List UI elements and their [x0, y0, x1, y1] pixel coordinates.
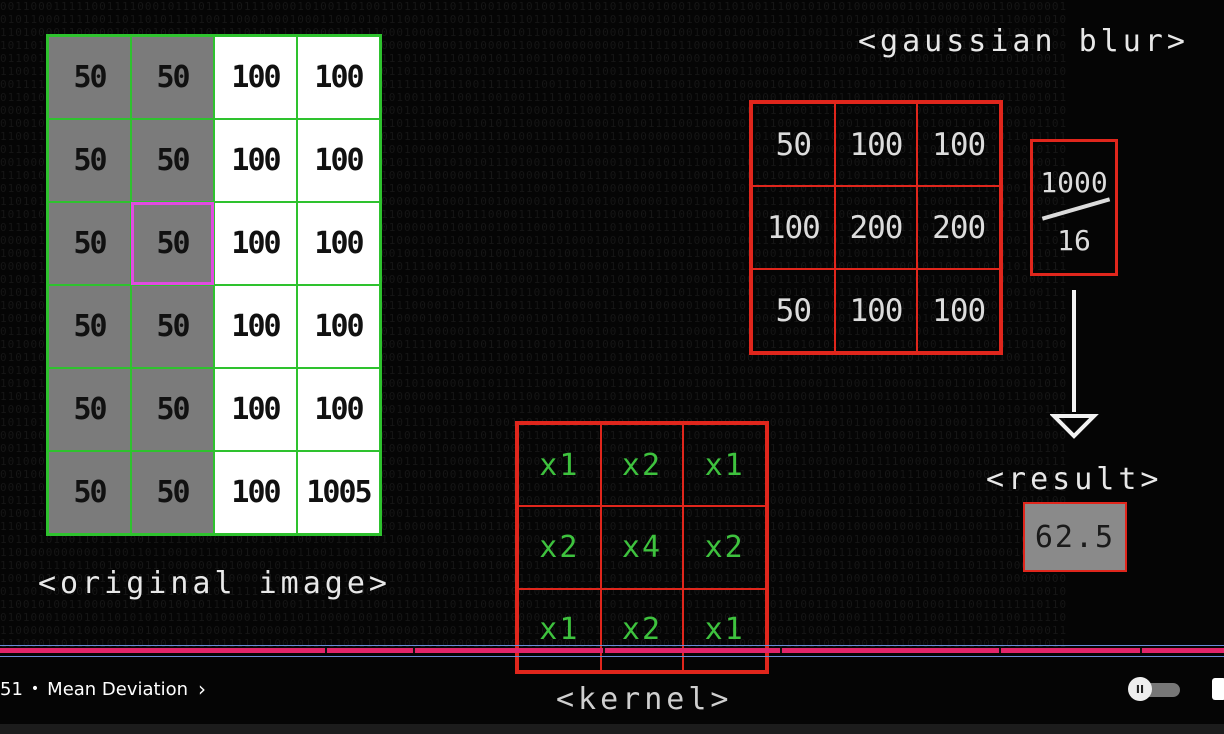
pixel-cell: 50 [131, 368, 214, 451]
blur-cell: 100 [834, 103, 918, 186]
chapter-marker [780, 648, 782, 653]
pixel-cell: 100 [214, 451, 297, 534]
pixel-cell: 100 [297, 202, 380, 285]
blur-cell: 200 [917, 186, 1000, 269]
bottom-strip [0, 724, 1224, 734]
chapter-title: Mean Deviation [47, 678, 189, 700]
fraction-box: 1000 16 [1030, 139, 1118, 276]
blur-cell: 100 [834, 269, 918, 352]
pixel-cell: 50 [48, 368, 131, 451]
kernel-label: <kernel> [556, 682, 733, 717]
fraction-bar [1041, 197, 1111, 221]
pixel-cell: 50 [48, 36, 131, 119]
pixel-cell: 100 [214, 285, 297, 368]
kernel-grid: x1 x2 x1 x2 x4 x2 x1 x2 x1 [515, 421, 769, 674]
pixel-cell: 100 [297, 285, 380, 368]
video-progress-bar[interactable] [0, 645, 1224, 657]
chapter-marker [999, 648, 1001, 653]
kernel-cell: x2 [518, 506, 601, 589]
pixel-cell: 1005 [297, 451, 380, 534]
pixel-cell: 100 [297, 36, 380, 119]
pixel-cell: 100 [214, 119, 297, 202]
blur-cell: 50 [752, 269, 835, 352]
blur-cell: 100 [917, 269, 1000, 352]
pixel-cell: 50 [48, 451, 131, 534]
gaussian-blur-grid: 50 100 100 100 200 200 50 100 100 [749, 100, 1003, 355]
subtitles-icon[interactable] [1212, 678, 1224, 700]
blur-cell: 50 [752, 103, 835, 186]
kernel-cell: x2 [600, 588, 684, 671]
pixel-cell: 50 [48, 202, 131, 285]
pixel-cell: 50 [131, 285, 214, 368]
blur-cell: 100 [917, 103, 1000, 186]
autoplay-toggle[interactable]: II [1128, 677, 1180, 701]
fraction-denominator: 16 [1057, 224, 1091, 257]
kernel-cell: x1 [683, 424, 766, 507]
kernel-cell: x1 [518, 588, 601, 671]
kernel-cell: x2 [600, 424, 684, 507]
pixel-cell: 100 [214, 36, 297, 119]
chapter-marker [325, 648, 327, 653]
gaussian-blur-label: <gaussian blur> [858, 24, 1189, 59]
pixel-cell: 100 [214, 202, 297, 285]
pixel-cell: 50 [131, 119, 214, 202]
down-arrow-icon [1050, 290, 1099, 439]
original-image-label: <original image> [38, 566, 391, 601]
result-label: <result> [986, 462, 1163, 497]
blur-cell: 200 [834, 186, 918, 269]
result-value: 62.5 [1023, 502, 1127, 572]
progress-track[interactable] [0, 648, 1224, 653]
chapter-marker [1140, 648, 1142, 653]
kernel-cell: x4 [600, 506, 684, 589]
pixel-cell: 100 [297, 119, 380, 202]
pixel-cell: 100 [297, 368, 380, 451]
kernel-cell: x1 [683, 588, 766, 671]
separator-dot: • [30, 681, 40, 697]
chapter-marker [413, 648, 415, 653]
fraction-numerator: 1000 [1040, 166, 1108, 199]
kernel-cell: x2 [683, 506, 766, 589]
chapter-button[interactable]: 51 • Mean Deviation › [0, 677, 206, 701]
progress-top-line [0, 645, 1224, 646]
pixel-cell: 50 [48, 285, 131, 368]
pause-icon: II [1128, 677, 1152, 701]
pixel-cell: 100 [214, 368, 297, 451]
chevron-right-icon: › [198, 677, 207, 701]
chapter-marker [603, 648, 605, 653]
blur-cell: 100 [752, 186, 835, 269]
pixel-cell: 50 [131, 36, 214, 119]
original-image-grid: 50 50 100 100 50 50 100 100 50 50 100 10… [46, 34, 382, 536]
selected-pixel-cell: 50 [131, 202, 214, 285]
pixel-cell: 50 [48, 119, 131, 202]
pixel-cell: 50 [131, 451, 214, 534]
progress-bottom-line [0, 656, 1224, 657]
chapter-time: 51 [0, 678, 23, 700]
kernel-cell: x1 [518, 424, 601, 507]
